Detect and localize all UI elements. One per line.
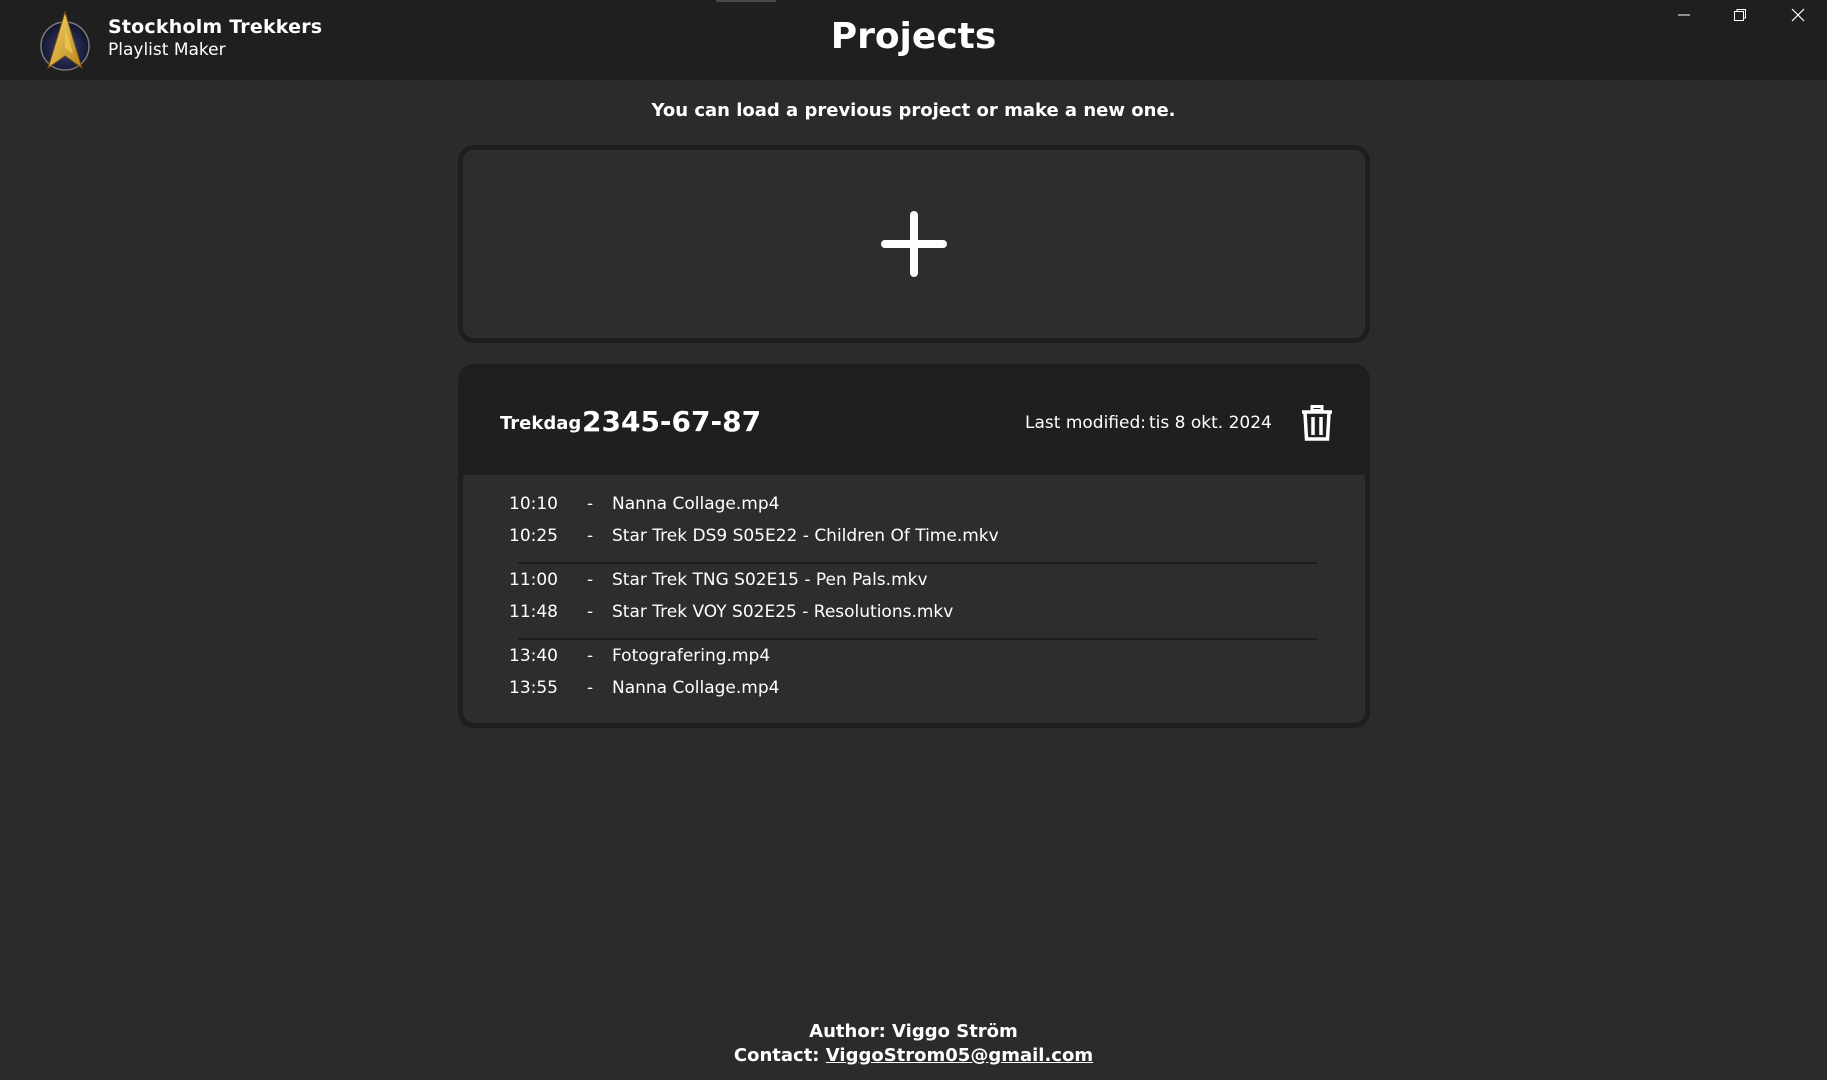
row-time: 13:55 bbox=[509, 678, 558, 698]
row-time: 13:40 bbox=[509, 646, 558, 666]
footer-contact-label: Contact: bbox=[733, 1045, 820, 1066]
row-separator: - bbox=[587, 602, 594, 622]
project-label: Trekdag bbox=[500, 413, 582, 434]
group-divider bbox=[518, 562, 1317, 564]
close-icon bbox=[1791, 8, 1805, 22]
footer-contact: Contact: ViggoStrom05@gmail.com bbox=[0, 1044, 1827, 1068]
row-file: Star Trek DS9 S05E22 - Children Of Time.… bbox=[612, 526, 999, 546]
row-separator: - bbox=[587, 646, 594, 666]
close-button[interactable] bbox=[1770, 0, 1826, 30]
row-file: Star Trek VOY S02E25 - Resolutions.mkv bbox=[612, 602, 954, 622]
group-divider bbox=[518, 638, 1317, 640]
row-time: 10:25 bbox=[509, 526, 558, 546]
page-title: Projects bbox=[830, 16, 997, 57]
row-file: Nanna Collage.mp4 bbox=[612, 494, 780, 514]
restore-button[interactable] bbox=[1712, 0, 1768, 30]
project-header: Trekdag 2345-67-87 Last modified: tis 8 … bbox=[463, 369, 1365, 475]
row-separator: - bbox=[587, 494, 594, 514]
project-number: 2345-67-87 bbox=[582, 405, 762, 438]
page-instruction: You can load a previous project or make … bbox=[651, 100, 1176, 121]
row-file: Star Trek TNG S02E15 - Pen Pals.mkv bbox=[612, 570, 928, 590]
row-time: 11:48 bbox=[509, 602, 558, 622]
restore-icon bbox=[1734, 9, 1746, 21]
last-modified-label: Last modified: bbox=[1025, 413, 1146, 433]
row-separator: - bbox=[587, 678, 594, 698]
footer-author: Author: Viggo Ström bbox=[809, 1021, 1018, 1042]
project-card[interactable]: Trekdag 2345-67-87 Last modified: tis 8 … bbox=[458, 364, 1370, 728]
contact-email-link[interactable]: ViggoStrom05@gmail.com bbox=[826, 1045, 1093, 1066]
minimize-button[interactable] bbox=[1656, 0, 1712, 30]
footer: Author: Viggo Ström Contact: ViggoStrom0… bbox=[0, 1020, 1827, 1068]
new-project-button[interactable] bbox=[458, 145, 1370, 343]
last-modified-value: tis 8 okt. 2024 bbox=[1149, 413, 1272, 433]
trash-icon bbox=[1302, 405, 1332, 441]
row-file: Nanna Collage.mp4 bbox=[612, 678, 780, 698]
row-file: Fotografering.mp4 bbox=[612, 646, 771, 666]
row-time: 10:10 bbox=[509, 494, 558, 514]
row-separator: - bbox=[587, 526, 594, 546]
row-separator: - bbox=[587, 570, 594, 590]
delete-project-button[interactable] bbox=[1299, 403, 1335, 443]
title-bar: Stockholm Trekkers Playlist Maker Projec… bbox=[0, 0, 1827, 80]
row-time: 11:00 bbox=[509, 570, 558, 590]
plus-icon bbox=[881, 211, 947, 277]
minimize-icon bbox=[1678, 14, 1690, 16]
drag-handle[interactable] bbox=[716, 0, 776, 2]
